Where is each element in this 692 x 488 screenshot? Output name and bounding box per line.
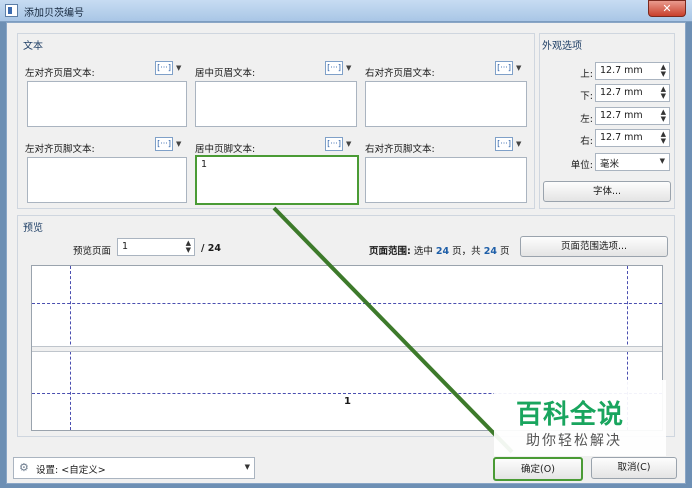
margin-left-label: 左: — [580, 114, 593, 125]
spinner-arrows-icon[interactable]: ▲ ▼ — [661, 86, 666, 100]
margin-top-label: 上: — [580, 69, 593, 80]
footer-center-insert-button[interactable]: [···] ▼ — [325, 137, 355, 152]
title-bar: 添加贝茨编号 ✕ — [0, 0, 692, 22]
watermark-logo: 百科全说 助你轻松解决 — [494, 380, 666, 456]
page-range-label: 页面范围: — [369, 246, 411, 257]
settings-label: 设置: — [36, 465, 59, 476]
spinner-arrows-icon[interactable]: ▲ ▼ — [186, 240, 191, 254]
preview-group-title: 预览 — [23, 223, 43, 234]
chevron-down-icon: ▼ — [176, 64, 182, 72]
header-center-label: 居中页眉文本: — [195, 68, 256, 79]
footer-left-insert-button[interactable]: [···] ▼ — [155, 137, 185, 152]
header-right-insert-button[interactable]: [···] ▼ — [495, 61, 525, 76]
spinner-arrows-icon[interactable]: ▲ ▼ — [661, 109, 666, 123]
header-right-label: 右对齐页眉文本: — [365, 68, 435, 79]
footer-right-insert-button[interactable]: [···] ▼ — [495, 137, 525, 152]
window-title: 添加贝茨编号 — [24, 8, 84, 19]
page-separator — [32, 346, 662, 352]
margin-left-value: 12.7 mm — [600, 110, 643, 121]
unit-select[interactable]: 毫米 ▼ — [595, 153, 670, 171]
header-center-insert-button[interactable]: [···] ▼ — [325, 61, 355, 76]
close-button[interactable]: ✕ — [648, 0, 686, 17]
margin-right-spinner[interactable]: 12.7 mm ▲ ▼ — [595, 129, 670, 147]
margin-bottom-value: 12.7 mm — [600, 87, 643, 98]
insert-macro-icon: [···] — [155, 137, 173, 151]
preview-page-total: / 24 — [201, 243, 221, 254]
preview-page-value: 1 — [122, 241, 129, 252]
settings-value: <自定义> — [61, 465, 106, 476]
spinner-arrows-icon[interactable]: ▲ ▼ — [661, 64, 666, 78]
footer-right-input[interactable] — [365, 157, 527, 203]
unit-label: 单位: — [570, 160, 593, 171]
page-range-total: 24 — [483, 246, 497, 257]
footer-center-label: 居中页脚文本: — [195, 144, 256, 155]
ok-button[interactable]: 确定(O) — [493, 457, 583, 481]
insert-macro-icon: [···] — [325, 61, 343, 75]
gear-icon: ⚙ — [19, 461, 29, 474]
page-range-selected: 24 — [435, 246, 450, 257]
chevron-down-icon: ▼ — [346, 140, 352, 148]
margin-bottom-label: 下: — [580, 91, 593, 102]
chevron-down-icon: ▼ — [244, 463, 250, 471]
chevron-down-icon: ▼ — [346, 64, 352, 72]
watermark-main-text: 百科全说 — [516, 400, 625, 430]
chevron-down-icon: ▼ — [516, 140, 522, 148]
margin-right-value: 12.7 mm — [600, 132, 643, 143]
page-range-text-1: 选中 — [413, 246, 433, 257]
margin-bottom-spinner[interactable]: 12.7 mm ▲ ▼ — [595, 84, 670, 102]
page-range-text-3: 页 — [499, 246, 510, 257]
page-range-summary: 页面范围: 选中 24 页，共 24 页 — [369, 243, 509, 257]
margin-top-spinner[interactable]: 12.7 mm ▲ ▼ — [595, 62, 670, 80]
margin-left-spinner[interactable]: 12.7 mm ▲ ▼ — [595, 107, 670, 125]
cancel-button[interactable]: 取消(C) — [591, 457, 677, 479]
footer-left-input[interactable] — [27, 157, 187, 203]
settings-select[interactable]: ⚙ 设置: <自定义> ▼ — [13, 457, 255, 479]
font-button[interactable]: 字体... — [543, 181, 671, 202]
page-range-text-2: 页，共 — [452, 246, 481, 257]
insert-macro-icon: [···] — [325, 137, 343, 151]
chevron-down-icon: ▼ — [659, 157, 665, 165]
preview-page-spinner[interactable]: 1 ▲ ▼ — [117, 238, 195, 256]
header-center-input[interactable] — [195, 81, 357, 127]
header-left-insert-button[interactable]: [···] ▼ — [155, 61, 185, 76]
chevron-down-icon: ▼ — [516, 64, 522, 72]
unit-value: 毫米 — [600, 159, 620, 170]
top-margin-guide — [32, 303, 662, 304]
watermark-sub-text: 助你轻松解决 — [526, 433, 622, 449]
app-icon — [5, 4, 18, 17]
header-left-label: 左对齐页眉文本: — [25, 68, 95, 79]
text-group-title: 文本 — [23, 41, 43, 52]
spinner-arrows-icon[interactable]: ▲ ▼ — [661, 131, 666, 145]
insert-macro-icon: [···] — [495, 137, 513, 151]
page-range-options-button[interactable]: 页面范围选项... — [520, 236, 668, 257]
footer-center-input[interactable]: 1 — [195, 155, 359, 205]
margin-right-label: 右: — [580, 136, 593, 147]
margin-top-value: 12.7 mm — [600, 65, 643, 76]
footer-right-label: 右对齐页脚文本: — [365, 144, 435, 155]
footer-left-label: 左对齐页脚文本: — [25, 144, 95, 155]
chevron-down-icon: ▼ — [176, 140, 182, 148]
header-right-input[interactable] — [365, 81, 527, 127]
preview-page-label: 预览页面 — [73, 246, 112, 257]
insert-macro-icon: [···] — [495, 61, 513, 75]
header-left-input[interactable] — [27, 81, 187, 127]
preview-footer-number: 1 — [344, 396, 351, 407]
insert-macro-icon: [···] — [155, 61, 173, 75]
appearance-group-title: 外观选项 — [542, 41, 582, 52]
